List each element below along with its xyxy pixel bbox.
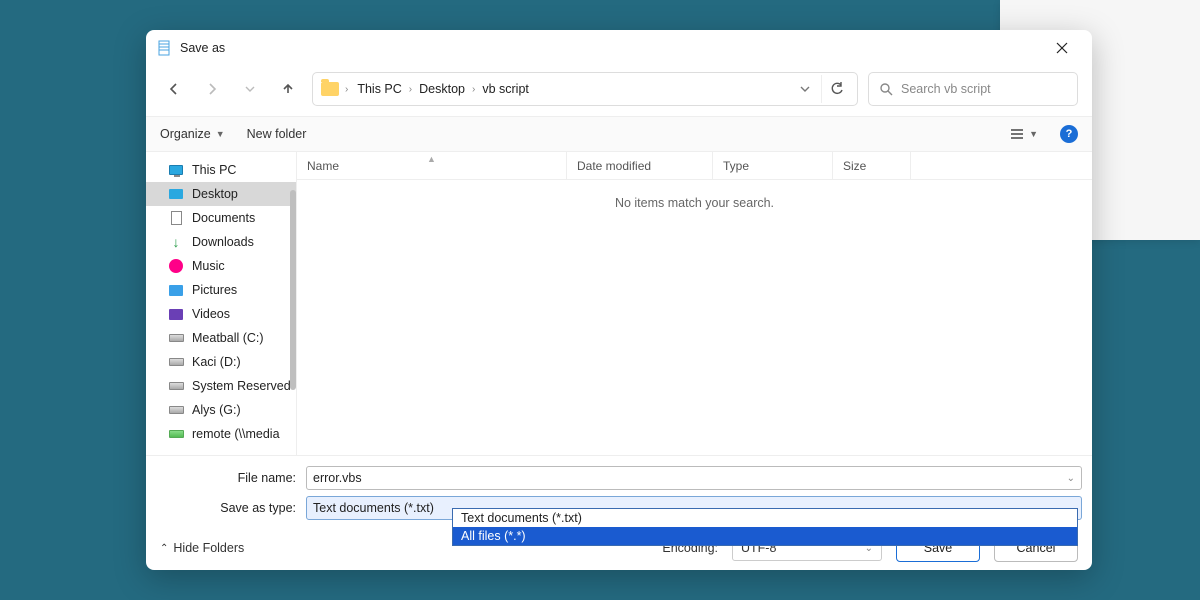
- sidebar-item-label: Music: [192, 259, 225, 273]
- scrollbar-thumb[interactable]: [290, 190, 296, 390]
- sidebar-item-system-reserved[interactable]: System Reserved: [146, 374, 296, 398]
- refresh-button[interactable]: [821, 75, 851, 103]
- sidebar-item-label: Desktop: [192, 187, 238, 201]
- chevron-right-icon: ›: [472, 84, 475, 95]
- vid-icon: [168, 306, 184, 322]
- crumb-desktop[interactable]: Desktop: [416, 80, 468, 98]
- save-type-label: Save as type:: [156, 501, 306, 515]
- drive-icon: [168, 378, 184, 394]
- sidebar: This PC Desktop Documents ↓ Downloads Music Pi…: [146, 152, 296, 455]
- search-input[interactable]: Search vb script: [868, 72, 1078, 106]
- sort-asc-icon: ▲: [427, 154, 436, 164]
- column-headers: Name▲ Date modified Type Size: [297, 152, 1092, 180]
- sidebar-item-label: Downloads: [192, 235, 254, 249]
- filename-label: File name:: [156, 471, 306, 485]
- file-pane: Name▲ Date modified Type Size No items m…: [296, 152, 1092, 455]
- notepad-icon: [156, 40, 172, 56]
- search-placeholder: Search vb script: [901, 82, 991, 96]
- net-icon: [168, 426, 184, 442]
- filename-input[interactable]: error.vbs ⌄: [306, 466, 1082, 490]
- sidebar-item-downloads[interactable]: ↓ Downloads: [146, 230, 296, 254]
- col-size[interactable]: Size: [833, 152, 911, 179]
- music-icon: [168, 258, 184, 274]
- doc-icon: [168, 210, 184, 226]
- organize-menu[interactable]: Organize ▼: [160, 127, 225, 141]
- col-type[interactable]: Type: [713, 152, 833, 179]
- search-icon: [879, 82, 893, 96]
- drive-icon: [168, 330, 184, 346]
- chevron-down-icon[interactable]: [799, 83, 811, 95]
- pic-icon: [168, 282, 184, 298]
- sidebar-item-label: Kaci (D:): [192, 355, 241, 369]
- view-menu[interactable]: ▼: [1010, 128, 1038, 140]
- hide-folders-button[interactable]: ⌃ Hide Folders: [160, 541, 244, 555]
- breadcrumb: This PC › Desktop › vb script: [354, 80, 532, 98]
- save-type-dropdown: Text documents (*.txt) All files (*.*): [452, 508, 1078, 546]
- up-button[interactable]: [274, 75, 302, 103]
- back-button[interactable]: [160, 75, 188, 103]
- titlebar: Save as: [146, 30, 1092, 66]
- sidebar-item-desktop[interactable]: Desktop: [146, 182, 296, 206]
- sidebar-item-label: Pictures: [192, 283, 237, 297]
- new-folder-button[interactable]: New folder: [247, 127, 307, 141]
- col-date[interactable]: Date modified: [567, 152, 713, 179]
- sidebar-item-meatball-c-[interactable]: Meatball (C:): [146, 326, 296, 350]
- type-option-txt[interactable]: Text documents (*.txt): [453, 509, 1077, 527]
- sidebar-item-music[interactable]: Music: [146, 254, 296, 278]
- chevron-right-icon: ›: [345, 84, 348, 95]
- sidebar-item-this-pc[interactable]: This PC: [146, 158, 296, 182]
- forward-button[interactable]: [198, 75, 226, 103]
- sidebar-item-pictures[interactable]: Pictures: [146, 278, 296, 302]
- window-title: Save as: [180, 41, 225, 55]
- recent-chevron-icon[interactable]: [236, 75, 264, 103]
- crumb-thispc[interactable]: This PC: [354, 80, 404, 98]
- list-icon: [1010, 128, 1024, 140]
- sidebar-item-videos[interactable]: Videos: [146, 302, 296, 326]
- col-name[interactable]: Name▲: [297, 152, 567, 179]
- sidebar-item-label: This PC: [192, 163, 236, 177]
- folder-icon: [321, 82, 339, 96]
- blue-icon: [168, 186, 184, 202]
- sidebar-item-remote-media[interactable]: remote (\\media: [146, 422, 296, 446]
- sidebar-item-label: Alys (G:): [192, 403, 241, 417]
- chevron-up-icon: ⌃: [160, 543, 168, 554]
- down-icon: ↓: [168, 234, 184, 250]
- sidebar-item-label: Meatball (C:): [192, 331, 264, 345]
- sidebar-item-kaci-d-[interactable]: Kaci (D:): [146, 350, 296, 374]
- help-button[interactable]: ?: [1060, 125, 1078, 143]
- empty-message: No items match your search.: [297, 180, 1092, 226]
- sidebar-item-label: System Reserved: [192, 379, 291, 393]
- body: This PC Desktop Documents ↓ Downloads Music Pi…: [146, 152, 1092, 455]
- crumb-folder[interactable]: vb script: [479, 80, 532, 98]
- close-button[interactable]: [1042, 33, 1082, 63]
- toolbar: Organize ▼ New folder ▼ ?: [146, 116, 1092, 152]
- sidebar-item-label: Videos: [192, 307, 230, 321]
- drive-icon: [168, 402, 184, 418]
- nav-row: › This PC › Desktop › vb script Search v…: [146, 66, 1092, 116]
- save-as-dialog: Save as › This PC › Desktop › vb script: [146, 30, 1092, 570]
- sidebar-item-label: remote (\\media: [192, 427, 280, 441]
- chevron-right-icon: ›: [409, 84, 412, 95]
- monitor-icon: [168, 162, 184, 178]
- sidebar-item-alys-g-[interactable]: Alys (G:): [146, 398, 296, 422]
- chevron-down-icon[interactable]: ⌄: [1067, 473, 1075, 484]
- type-option-all[interactable]: All files (*.*): [453, 527, 1077, 545]
- sidebar-item-label: Documents: [192, 211, 255, 225]
- chevron-down-icon: ▼: [216, 129, 225, 139]
- drive-icon: [168, 354, 184, 370]
- address-bar[interactable]: › This PC › Desktop › vb script: [312, 72, 858, 106]
- sidebar-item-documents[interactable]: Documents: [146, 206, 296, 230]
- chevron-down-icon: ▼: [1029, 129, 1038, 139]
